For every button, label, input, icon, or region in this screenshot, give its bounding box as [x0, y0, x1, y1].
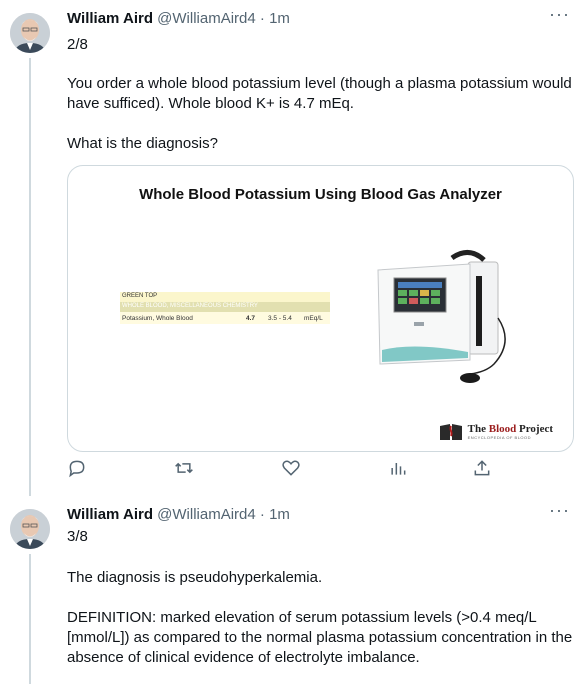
- views-icon[interactable]: [388, 458, 410, 480]
- author-handle[interactable]: @WilliamAird4: [157, 506, 256, 523]
- author-handle[interactable]: @WilliamAird4: [157, 10, 256, 27]
- thread-index: 3/8: [67, 528, 88, 545]
- lab-row: Potassium, Whole Blood 4.7 3.5 - 5.4 mEq…: [120, 312, 330, 324]
- author-name[interactable]: William Aird: [67, 506, 153, 523]
- tweet[interactable]: William Aird @WilliamAird4 · 1m ··· 3/8 …: [0, 496, 584, 684]
- brand-subtitle: ENCYCLOPEDIA OF BLOOD: [467, 435, 532, 440]
- media-card[interactable]: Whole Blood Potassium Using Blood Gas An…: [67, 165, 574, 452]
- like-icon[interactable]: [281, 458, 303, 480]
- tweet-paragraph: What is the diagnosis?: [67, 135, 218, 152]
- blood-project-logo: The Blood Project ENCYCLOPEDIA OF BLOOD: [439, 423, 553, 441]
- tweet-paragraph: You order a whole blood potassium level …: [67, 75, 572, 112]
- timestamp[interactable]: 1m: [269, 506, 290, 523]
- tweet-header: William Aird @WilliamAird4 · 1m: [67, 506, 290, 523]
- more-options-icon[interactable]: ···: [549, 4, 570, 25]
- lab-header: GREEN TOP: [120, 292, 330, 302]
- reply-icon[interactable]: [67, 458, 89, 480]
- retweet-icon[interactable]: [174, 458, 196, 480]
- lab-test-range: 3.5 - 5.4: [268, 314, 292, 322]
- brand-name: The Blood Project: [467, 423, 553, 435]
- separator: ·: [259, 506, 265, 523]
- avatar[interactable]: [10, 509, 50, 549]
- author-name[interactable]: William Aird: [67, 10, 153, 27]
- media-title: Whole Blood Potassium Using Blood Gas An…: [139, 186, 502, 203]
- thread-connector: [29, 554, 31, 684]
- tweet[interactable]: William Aird @WilliamAird4 · 1m ··· 2/8 …: [0, 0, 584, 496]
- more-options-icon[interactable]: ···: [549, 500, 570, 521]
- avatar[interactable]: [10, 13, 50, 53]
- lab-subheader: WHOLE BLOOD, MISCELLANEOUS CHEMISTRY: [120, 302, 330, 312]
- blood-gas-analyzer-image: [377, 250, 506, 383]
- lab-test-value: 4.7: [246, 314, 256, 322]
- share-icon[interactable]: [472, 458, 494, 480]
- lab-test-units: mEq/L: [304, 314, 323, 322]
- book-icon: [439, 424, 462, 440]
- lab-test-name: Potassium, Whole Blood: [122, 314, 193, 322]
- tweet-header: William Aird @WilliamAird4 · 1m: [67, 10, 290, 27]
- thread-connector: [29, 58, 31, 496]
- tweet-actions: [67, 458, 497, 480]
- lab-result-table: GREEN TOP WHOLE BLOOD, MISCELLANEOUS CHE…: [120, 292, 330, 324]
- separator: ·: [259, 10, 265, 27]
- thread-index: 2/8: [67, 36, 88, 53]
- tweet-paragraph: DEFINITION: marked elevation of serum po…: [67, 609, 573, 666]
- tweet-paragraph: The diagnosis is pseudohyperkalemia.: [67, 569, 323, 586]
- timestamp[interactable]: 1m: [269, 10, 290, 27]
